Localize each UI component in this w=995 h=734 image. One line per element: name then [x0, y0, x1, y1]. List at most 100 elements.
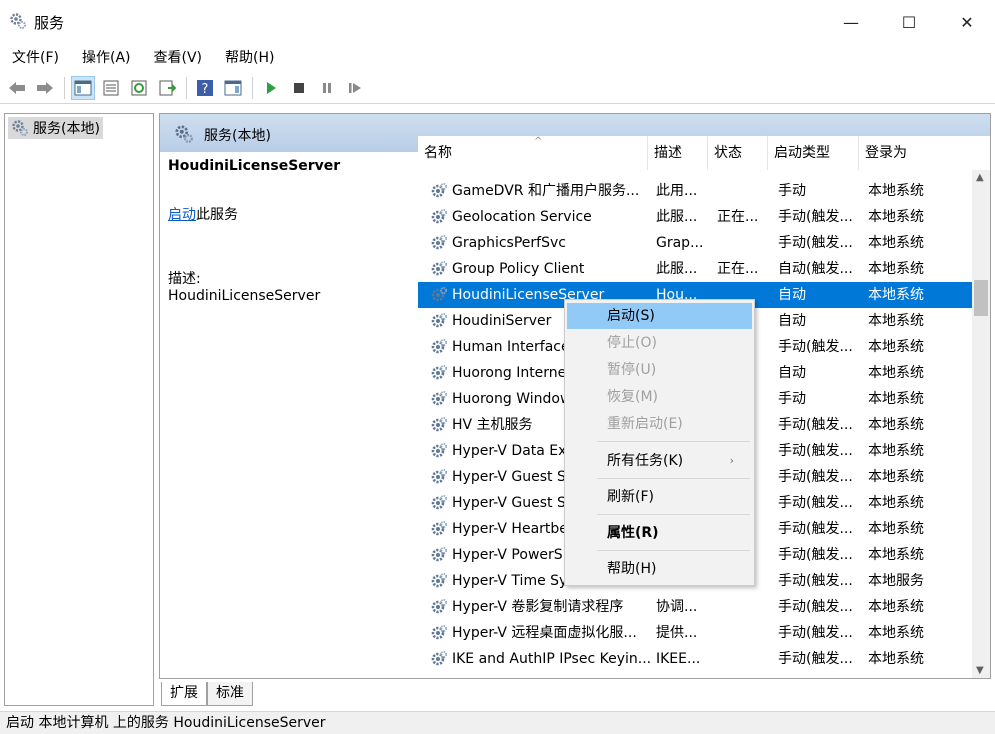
cell-description: 此服...	[656, 261, 698, 277]
tab-extended[interactable]: 扩展	[161, 682, 207, 706]
refresh-icon[interactable]	[127, 76, 151, 100]
ctx-all-tasks[interactable]: 所有任务(K) ›	[567, 448, 752, 474]
cell-startup-type: 手动	[778, 391, 806, 407]
cell-startup-type: 自动(触发...	[778, 261, 853, 277]
cell-logon-as: 本地系统	[868, 443, 924, 459]
column-startup-type[interactable]: 启动类型	[768, 136, 859, 170]
table-row[interactable]: GraphicsPerfSvc Grap... 手动(触发... 本地系统	[418, 230, 972, 256]
submenu-arrow-icon: ›	[729, 454, 734, 467]
cell-description: 此用...	[656, 183, 698, 199]
cell-startup-type: 自动	[778, 365, 806, 381]
table-row[interactable]: GameDVR 和广播用户服务... 此用... 手动 本地系统	[418, 178, 972, 204]
ctx-restart[interactable]: 重新启动(E)	[567, 411, 752, 437]
cell-logon-as: 本地系统	[868, 209, 924, 225]
scrollbar-thumb[interactable]	[974, 280, 988, 316]
restart-service-icon[interactable]	[343, 76, 367, 100]
scroll-up-arrow-icon[interactable]: ▲	[976, 172, 984, 183]
maximize-button[interactable]: ☐	[880, 0, 938, 44]
forward-arrow-icon[interactable]	[33, 76, 57, 100]
tab-standard[interactable]: 标准	[207, 682, 253, 706]
start-service-play-icon[interactable]	[259, 76, 283, 100]
table-row[interactable]: Geolocation Service 此服... 正在... 手动(触发... 本地系…	[418, 204, 972, 230]
cell-startup-type: 手动(触发...	[778, 417, 853, 433]
ctx-resume[interactable]: 恢复(M)	[567, 384, 752, 410]
menu-action[interactable]: 操作(A)	[75, 47, 138, 67]
show-console-tree-icon[interactable]	[71, 75, 95, 100]
cell-logon-as: 本地系统	[868, 625, 924, 641]
cell-startup-type: 自动	[778, 313, 806, 329]
properties-sheet-icon[interactable]	[99, 76, 123, 100]
cell-logon-as: 本地系统	[868, 651, 924, 667]
cell-logon-as: 本地系统	[868, 287, 924, 303]
console-tree: 服务(本地)	[4, 113, 154, 706]
cell-startup-type: 手动(触发...	[778, 521, 853, 537]
service-gear-icon	[430, 286, 448, 304]
help-icon[interactable]: ?	[193, 76, 217, 100]
service-gear-icon	[430, 312, 448, 330]
cell-status: 正在...	[717, 261, 759, 277]
services-gear-icon	[9, 12, 27, 30]
back-arrow-icon[interactable]	[5, 76, 29, 100]
cell-name: Geolocation Service	[452, 209, 592, 225]
export-list-icon[interactable]	[155, 76, 179, 100]
cell-logon-as: 本地系统	[868, 235, 924, 251]
toolbar-separator	[186, 76, 187, 99]
action-pane-icon[interactable]	[221, 76, 245, 100]
panel-title: 服务(本地)	[204, 128, 271, 144]
cell-logon-as: 本地服务	[868, 573, 924, 589]
ctx-pause[interactable]: 暂停(U)	[567, 357, 752, 383]
column-status[interactable]: 状态	[708, 136, 768, 170]
cell-logon-as: 本地系统	[868, 183, 924, 199]
tree-node-services-local[interactable]: 服务(本地)	[8, 117, 103, 139]
cell-name: Hyper-V 远程桌面虚拟化服...	[452, 625, 637, 641]
table-row[interactable]: IKE and AuthIP IPsec Keyin... IKEE... 手动(触…	[418, 646, 972, 672]
column-description[interactable]: 描述	[648, 136, 708, 170]
cell-name: GraphicsPerfSvc	[452, 235, 566, 251]
start-service-link[interactable]: 启动	[168, 207, 196, 223]
cell-logon-as: 本地系统	[868, 495, 924, 511]
table-row[interactable]: Group Policy Client 此服... 正在... 自动(触发... 本地系…	[418, 256, 972, 282]
cell-logon-as: 本地系统	[868, 261, 924, 277]
ctx-separator	[597, 441, 750, 442]
description-label: 描述:	[168, 271, 201, 287]
menu-bar: 文件(F) 操作(A) 查看(V) 帮助(H)	[0, 44, 995, 70]
cell-description: 提供...	[656, 625, 698, 641]
service-gear-icon	[430, 260, 448, 278]
table-row[interactable]: Hyper-V 远程桌面虚拟化服... 提供... 手动(触发... 本地系统	[418, 620, 972, 646]
ctx-start[interactable]: 启动(S)	[567, 303, 752, 329]
cell-status	[717, 178, 773, 204]
ctx-refresh[interactable]: 刷新(F)	[567, 484, 752, 510]
ctx-properties[interactable]: 属性(R)	[567, 520, 752, 546]
ctx-separator	[597, 514, 750, 515]
service-gear-icon	[430, 442, 448, 460]
table-row[interactable]: Hyper-V 卷影复制请求程序 协调... 手动(触发... 本地系统	[418, 594, 972, 620]
selected-service-name: HoudiniLicenseServer	[168, 158, 341, 174]
service-gear-icon	[430, 208, 448, 226]
cell-startup-type: 手动(触发...	[778, 495, 853, 511]
pause-service-icon[interactable]	[315, 76, 339, 100]
service-gear-icon	[430, 182, 448, 200]
menu-file[interactable]: 文件(F)	[5, 47, 66, 67]
ctx-stop[interactable]: 停止(O)	[567, 330, 752, 356]
ctx-help[interactable]: 帮助(H)	[567, 556, 752, 582]
cell-status	[717, 594, 773, 620]
minimize-button[interactable]: —	[822, 0, 880, 44]
column-name[interactable]: 名称	[418, 136, 648, 170]
stop-service-icon[interactable]	[287, 76, 311, 100]
service-gear-icon	[430, 364, 448, 382]
cell-logon-as: 本地系统	[868, 365, 924, 381]
cell-name: Group Policy Client	[452, 261, 585, 277]
vertical-scrollbar[interactable]: ▲ ▼	[972, 170, 990, 678]
ctx-separator	[597, 478, 750, 479]
menu-help[interactable]: 帮助(H)	[218, 47, 281, 67]
cell-logon-as: 本地系统	[868, 417, 924, 433]
cell-startup-type: 手动(触发...	[778, 547, 853, 563]
menu-view[interactable]: 查看(V)	[147, 47, 210, 67]
service-detail-pane: HoudiniLicenseServer 启动此服务 描述: HoudiniLi…	[160, 152, 418, 678]
cell-description: IKEE...	[656, 651, 701, 667]
close-button[interactable]: ✕	[938, 0, 995, 44]
column-logon-as[interactable]: 登录为	[859, 136, 972, 170]
toolbar-separator	[64, 76, 65, 99]
scroll-down-arrow-icon[interactable]: ▼	[976, 665, 984, 676]
cell-logon-as: 本地系统	[868, 599, 924, 615]
